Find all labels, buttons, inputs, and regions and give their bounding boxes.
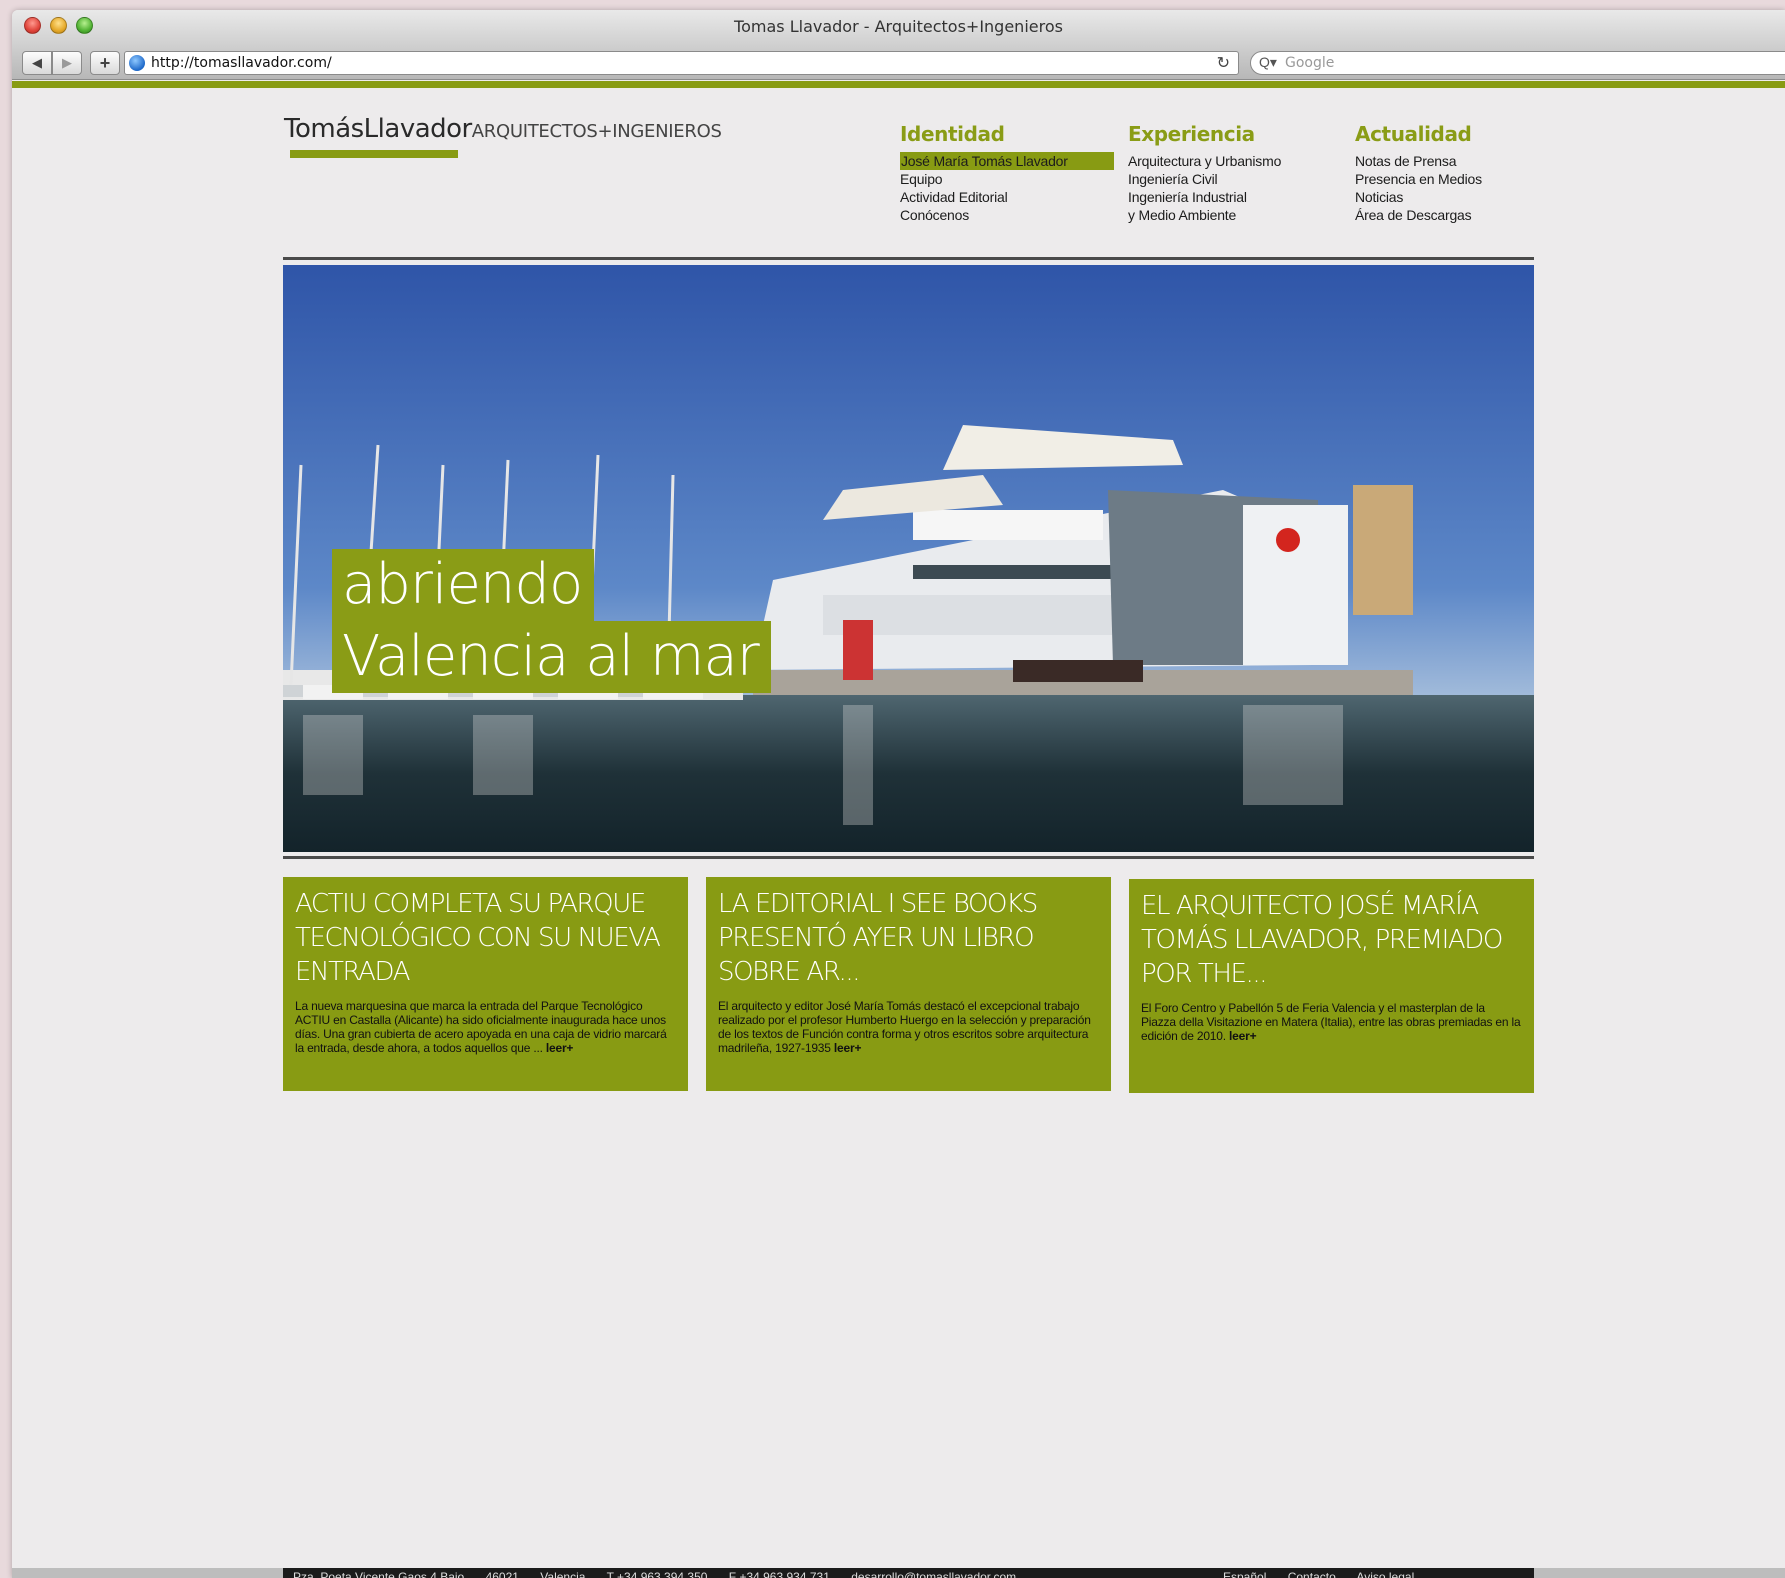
news-card[interactable]: EL ARQUITECTO JOSÉ MARÍA TOMÁS LLAVADOR,… — [1129, 879, 1534, 1093]
nav-item-actividad-editorial[interactable]: Actividad Editorial — [900, 188, 1120, 206]
search-placeholder: Google — [1285, 55, 1335, 71]
logo-subtitle: ARQUITECTOS+INGENIEROS — [471, 121, 722, 142]
read-more-link[interactable]: leer+ — [834, 1041, 862, 1055]
footer-fax: F +34 963 934 731 — [728, 1570, 830, 1578]
browser-window: Tomas Llavador - Arquitectos+Ingenieros … — [12, 10, 1785, 1578]
title-bar: Tomas Llavador - Arquitectos+Ingenieros — [12, 10, 1785, 46]
site-logo[interactable]: TomásLlavadorARQUITECTOS+INGENIEROS — [284, 114, 722, 144]
back-button[interactable]: ◀ — [22, 51, 52, 75]
site-footer: Pza. Poeta Vicente Gaos 4 Bajo 46021 Val… — [283, 1568, 1534, 1578]
footer-links: Español Contacto Aviso legal — [1223, 1568, 1432, 1578]
globe-icon — [129, 55, 145, 71]
nav-heading-experiencia[interactable]: Experiencia — [1128, 122, 1348, 146]
nav-item-medio-ambiente[interactable]: y Medio Ambiente — [1128, 206, 1348, 224]
plus-icon: + — [99, 53, 111, 73]
news-excerpt: El arquitecto y editor José María Tomás … — [718, 999, 1091, 1055]
news-excerpt: El Foro Centro y Pabellón 5 de Feria Val… — [1141, 1001, 1521, 1043]
search-icon[interactable]: Q▾ — [1259, 54, 1277, 71]
footer-email-link[interactable]: desarrollo@tomasllavador.com — [851, 1570, 1016, 1578]
nav-item-equipo[interactable]: Equipo — [900, 170, 1120, 188]
header-divider — [283, 257, 1534, 260]
news-body: La nueva marquesina que marca la entrada… — [295, 999, 676, 1055]
news-body: El arquitecto y editor José María Tomás … — [718, 999, 1099, 1055]
nav-item-area-descargas[interactable]: Área de Descargas — [1355, 206, 1575, 224]
address-bar[interactable]: http://tomasllavador.com/ ↻ — [124, 51, 1239, 75]
footer-link-espanol[interactable]: Español — [1223, 1570, 1266, 1578]
footer-phone: T +34 963 394 350 — [606, 1570, 708, 1578]
read-more-link[interactable]: leer+ — [1229, 1029, 1257, 1043]
news-excerpt: La nueva marquesina que marca la entrada… — [295, 999, 667, 1055]
hero-title-line-2: Valencia al mar — [332, 621, 771, 693]
footer-link-aviso-legal[interactable]: Aviso legal — [1356, 1570, 1414, 1578]
news-card[interactable]: ACTIU COMPLETA SU PARQUE TECNOLÓGICO CON… — [283, 877, 688, 1091]
window-title: Tomas Llavador - Arquitectos+Ingenieros — [734, 17, 1063, 36]
nav-column-actualidad: Actualidad Notas de Prensa Presencia en … — [1355, 122, 1575, 224]
accent-strip — [12, 81, 1785, 88]
reload-icon[interactable]: ↻ — [1217, 53, 1230, 73]
browser-toolbar: ◀ ▶ + http://tomasllavador.com/ ↻ Q▾ Goo… — [12, 46, 1785, 80]
nav-item-ingenieria-industrial[interactable]: Ingeniería Industrial — [1128, 188, 1348, 206]
nav-column-experiencia: Experiencia Arquitectura y Urbanismo Ing… — [1128, 122, 1348, 224]
nav-heading-identidad[interactable]: Identidad — [900, 122, 1120, 146]
footer-zip: 46021 — [485, 1570, 519, 1578]
url-text[interactable]: http://tomasllavador.com/ — [151, 55, 332, 71]
footer-address: Pza. Poeta Vicente Gaos 4 Bajo — [293, 1570, 465, 1578]
logo-name: TomásLlavador — [284, 114, 472, 144]
hero-title-line-1: abriendo — [332, 549, 595, 621]
nav-heading-actualidad[interactable]: Actualidad — [1355, 122, 1575, 146]
nav-item-notas-prensa[interactable]: Notas de Prensa — [1355, 152, 1575, 170]
news-card[interactable]: LA EDITORIAL I SEE BOOKS PRESENTÓ AYER U… — [706, 877, 1111, 1091]
nav-item-ingenieria-civil[interactable]: Ingeniería Civil — [1128, 170, 1348, 188]
back-arrow-icon: ◀ — [32, 55, 42, 70]
news-body: El Foro Centro y Pabellón 5 de Feria Val… — [1141, 1001, 1522, 1043]
nav-item-presencia-medios[interactable]: Presencia en Medios — [1355, 170, 1575, 188]
read-more-link[interactable]: leer+ — [546, 1041, 574, 1055]
nav-column-identidad: Identidad José María Tomás Llavador Equi… — [900, 122, 1120, 224]
search-field[interactable]: Q▾ Google — [1250, 51, 1785, 75]
forward-arrow-icon: ▶ — [62, 55, 72, 70]
footer-city: Valencia — [540, 1570, 586, 1578]
web-page: TomásLlavadorARQUITECTOS+INGENIEROS Iden… — [12, 88, 1785, 1578]
add-bookmark-button[interactable]: + — [90, 51, 120, 75]
forward-button[interactable]: ▶ — [52, 51, 82, 75]
news-title[interactable]: EL ARQUITECTO JOSÉ MARÍA TOMÁS LLAVADOR,… — [1141, 889, 1522, 991]
hero-divider — [283, 856, 1534, 859]
nav-item-conocenos[interactable]: Conócenos — [900, 206, 1120, 224]
footer-link-contacto[interactable]: Contacto — [1288, 1570, 1336, 1578]
nav-item-arquitectura[interactable]: Arquitectura y Urbanismo — [1128, 152, 1348, 170]
news-title[interactable]: LA EDITORIAL I SEE BOOKS PRESENTÓ AYER U… — [718, 887, 1099, 989]
logo-underline — [290, 150, 458, 158]
hero-banner[interactable]: abriendo Valencia al mar — [283, 265, 1534, 852]
news-title[interactable]: ACTIU COMPLETA SU PARQUE TECNOLÓGICO CON… — [295, 887, 676, 989]
nav-item-jose-maria[interactable]: José María Tomás Llavador — [900, 152, 1114, 170]
nav-item-noticias[interactable]: Noticias — [1355, 188, 1575, 206]
